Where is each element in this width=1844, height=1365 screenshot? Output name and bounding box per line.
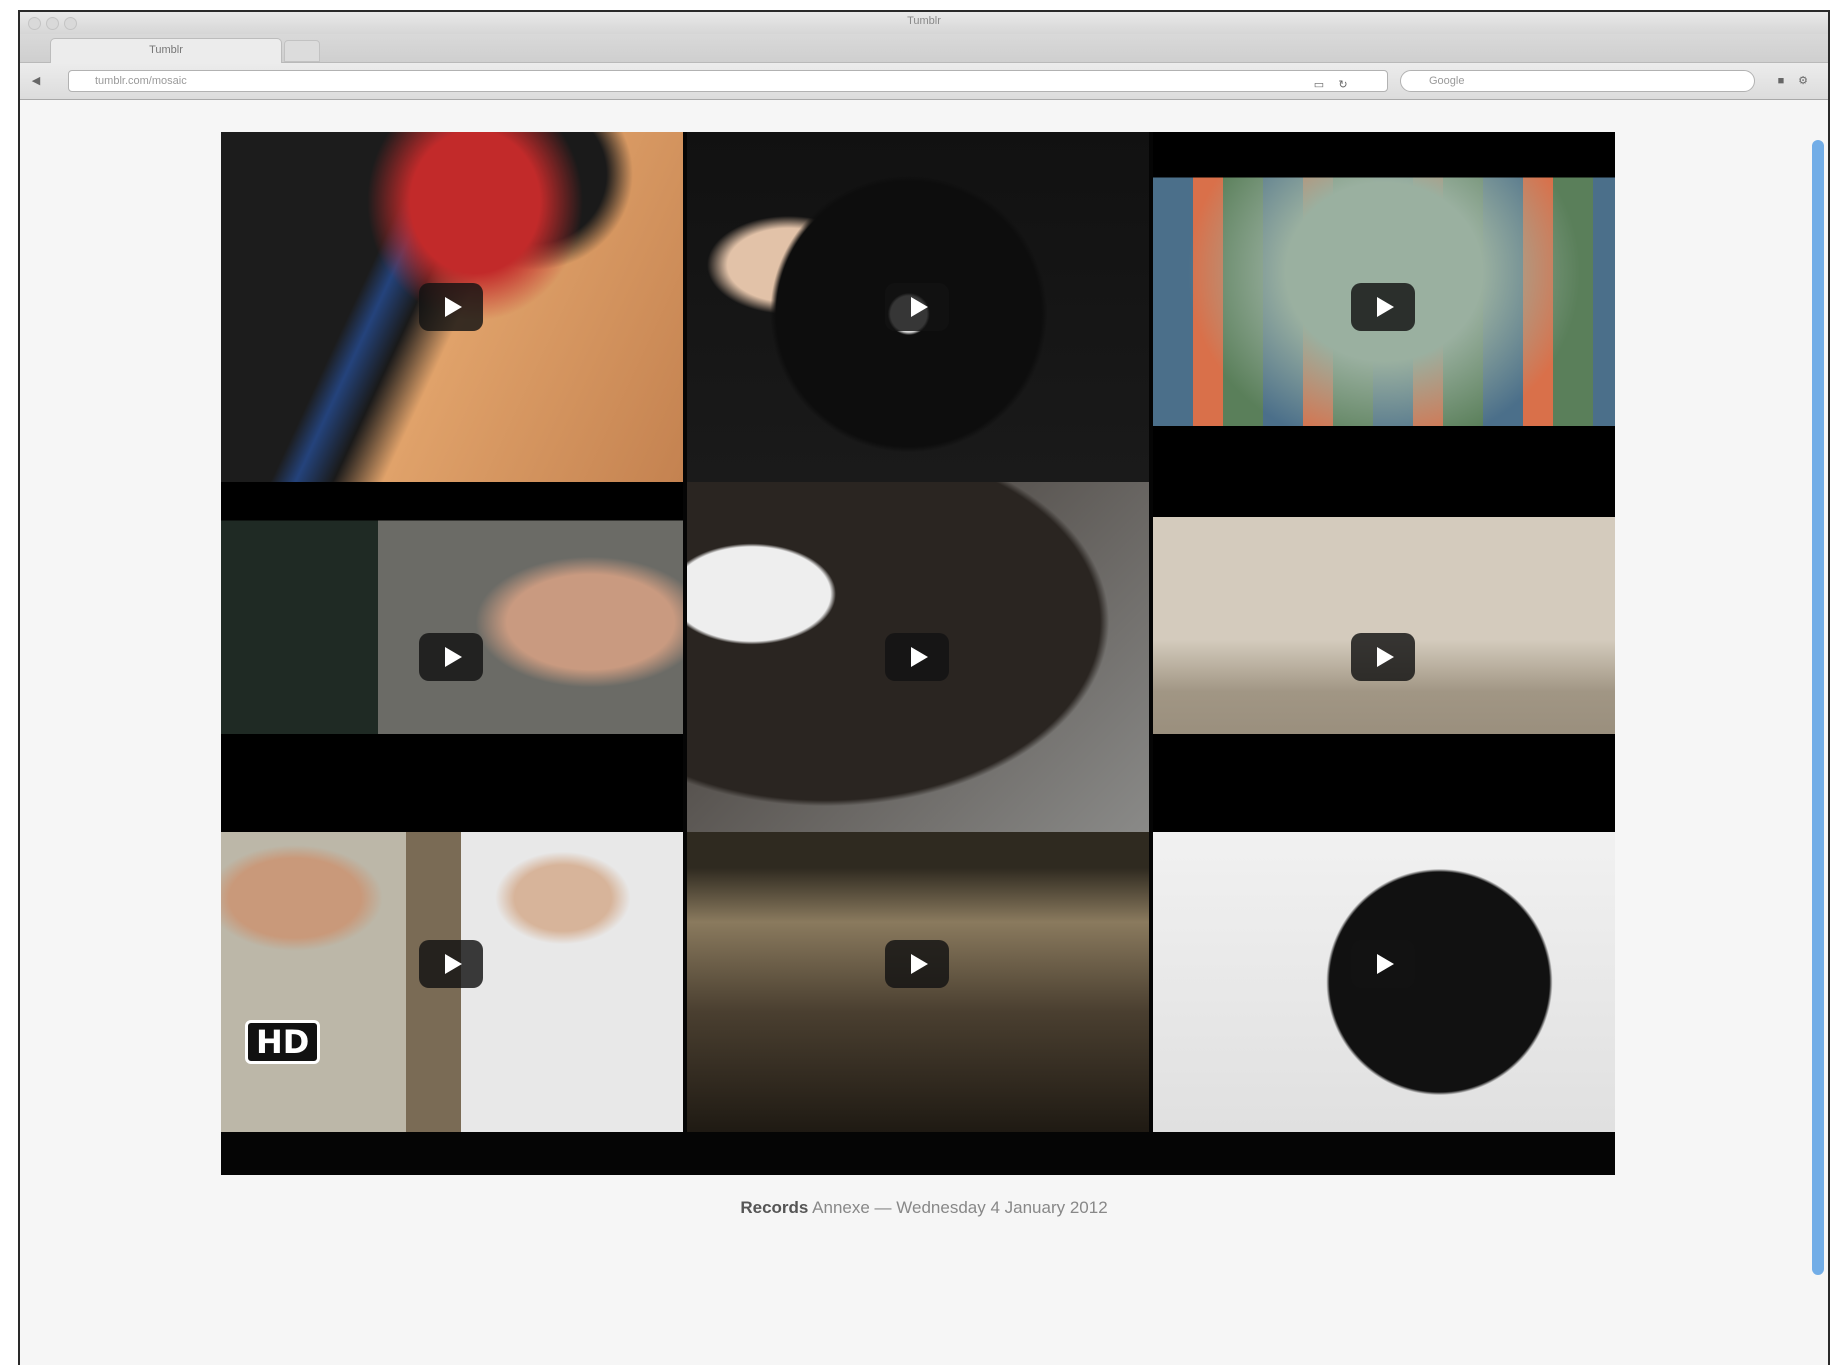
play-icon <box>910 954 928 974</box>
reader-icon[interactable]: ▭ <box>1310 75 1328 95</box>
play-button[interactable] <box>419 633 483 681</box>
play-button[interactable] <box>1351 633 1415 681</box>
video-mosaic-grid: HD <box>221 132 1615 1175</box>
two-men-hd-video[interactable]: HD <box>221 832 683 1132</box>
play-icon <box>444 297 462 317</box>
play-icon <box>444 647 462 667</box>
play-icon <box>1376 954 1394 974</box>
close-window-button[interactable] <box>28 17 41 30</box>
play-icon <box>910 297 928 317</box>
browser-window: Tumblr Tumblr ◀ tumblr.com/mosaic ▭ ↻ Go… <box>18 10 1830 1365</box>
play-button[interactable] <box>419 283 483 331</box>
tab-active[interactable]: Tumblr <box>50 38 282 63</box>
back-arrow-icon[interactable]: ◀ <box>28 71 44 91</box>
vertical-scrollbar[interactable] <box>1812 140 1824 1275</box>
record-stack-video[interactable] <box>221 132 683 482</box>
zoom-window-button[interactable] <box>64 17 77 30</box>
minimize-window-button[interactable] <box>46 17 59 30</box>
page-viewport: HD Records Annexe — Wednesday 4 January … <box>20 100 1828 1365</box>
settings-gear-icon[interactable]: ⚙ <box>1794 71 1812 91</box>
tab-bar: Tumblr <box>20 34 1828 63</box>
play-icon <box>444 954 462 974</box>
caption-meta: Annexe — Wednesday 4 January 2012 <box>808 1198 1108 1217</box>
record-store-video[interactable] <box>687 832 1149 1132</box>
tab-label: Tumblr <box>149 44 183 56</box>
play-button[interactable] <box>885 283 949 331</box>
title-bar: Tumblr <box>20 12 1828 34</box>
play-icon <box>910 647 928 667</box>
address-bar[interactable]: tumblr.com/mosaic <box>68 70 1388 92</box>
caption-title[interactable]: Records <box>740 1198 808 1217</box>
address-text: tumblr.com/mosaic <box>95 75 187 87</box>
play-button[interactable] <box>1351 940 1415 988</box>
turntable-side-video[interactable] <box>1153 482 1615 832</box>
new-tab-button[interactable] <box>284 40 320 62</box>
play-icon <box>1376 297 1394 317</box>
play-icon <box>1376 647 1394 667</box>
play-button[interactable] <box>885 940 949 988</box>
record-art-video[interactable] <box>1153 132 1615 482</box>
hd-badge: HD <box>245 1020 321 1064</box>
search-field[interactable]: Google <box>1400 70 1755 92</box>
vinyl-white-video[interactable] <box>1153 832 1615 1132</box>
search-placeholder: Google <box>1429 75 1465 87</box>
vinyl-closeup-video[interactable] <box>687 482 1149 832</box>
post-caption: Records Annexe — Wednesday 4 January 201… <box>20 1198 1828 1218</box>
play-button[interactable] <box>885 633 949 681</box>
reload-icon[interactable]: ↻ <box>1334 75 1352 95</box>
browser-toolbar: ◀ tumblr.com/mosaic ▭ ↻ Google ■ ⚙ <box>20 63 1828 100</box>
portrait-man-video[interactable] <box>221 482 683 832</box>
window-title: Tumblr <box>907 15 941 27</box>
bookmarks-icon[interactable]: ■ <box>1772 71 1790 91</box>
turntable-hand-video[interactable] <box>687 132 1149 482</box>
play-button[interactable] <box>1351 283 1415 331</box>
play-button[interactable] <box>419 940 483 988</box>
